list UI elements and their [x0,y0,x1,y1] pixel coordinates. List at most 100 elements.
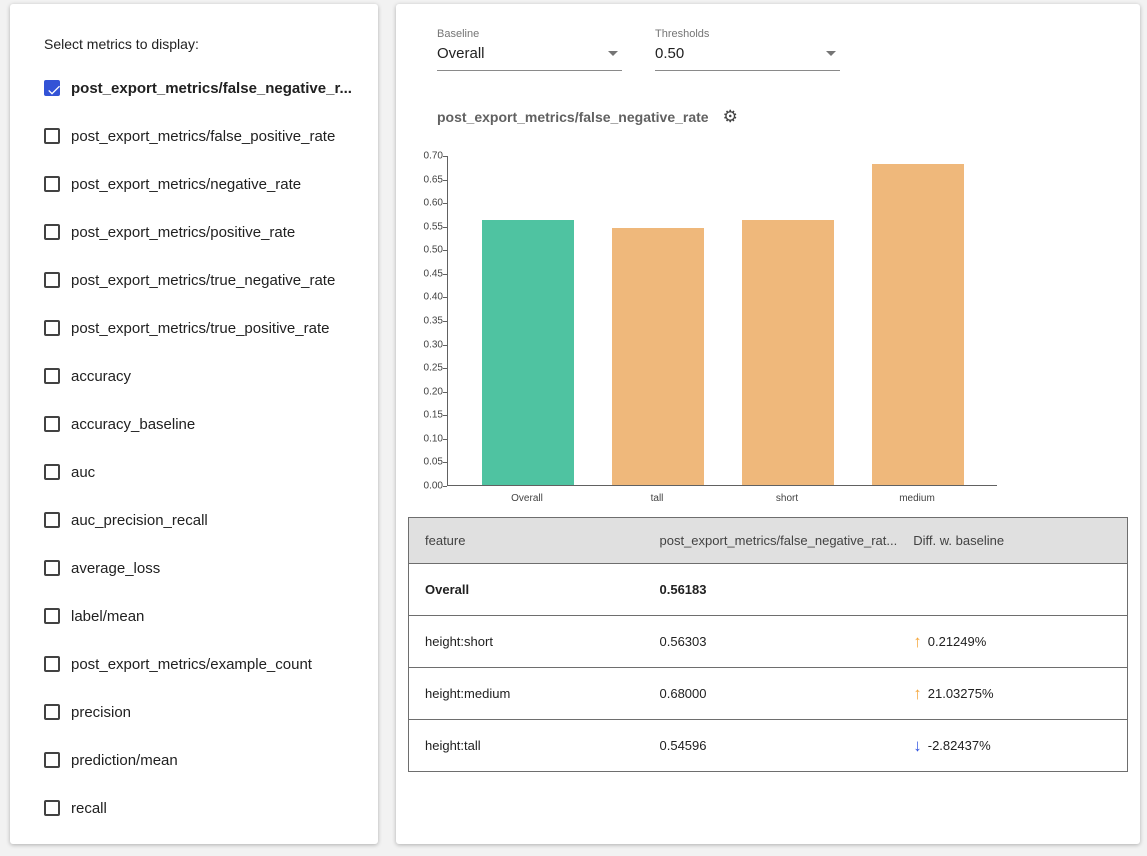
metric-label: post_export_metrics/false_positive_rate [71,128,335,145]
metric-checkbox-row[interactable]: post_export_metrics/example_count [44,640,370,688]
metric-value-cell: 0.56303 [644,616,898,668]
baseline-select[interactable]: Overall [437,45,622,71]
diff-cell: ↑21.03275% [897,668,1127,720]
y-axis-tick-label: 0.20 [424,386,443,397]
metric-checkbox-row[interactable]: auc [44,448,370,496]
y-axis-tick-mark [443,274,447,275]
y-axis-tick-label: 0.35 [424,316,443,327]
metric-checkbox-row[interactable]: average_loss [44,544,370,592]
metric-checkbox-row[interactable]: accuracy [44,352,370,400]
metric-checkbox-row[interactable]: accuracy_baseline [44,400,370,448]
baseline-selected-value: Overall [437,45,485,62]
metric-value-cell: 0.56183 [644,564,898,616]
diff-cell: ↓-2.82437% [897,720,1127,772]
table-header-cell: post_export_metrics/false_negative_rat..… [644,518,898,564]
diff-cell: ↑0.21249% [897,616,1127,668]
metric-checkbox-row[interactable]: post_export_metrics/true_positive_rate [44,304,370,352]
metric-checkbox-row[interactable]: prediction/mean [44,736,370,784]
metric-list: post_export_metrics/false_negative_r...p… [44,64,370,832]
metric-select-panel: Select metrics to display: post_export_m… [10,4,378,844]
metric-checkbox-row[interactable]: post_export_metrics/false_negative_r... [44,64,370,112]
metric-checkbox-row[interactable]: recall [44,784,370,832]
y-axis-tick-label: 0.00 [424,481,443,492]
y-axis-tick-mark [443,368,447,369]
metric-label: precision [71,704,131,721]
metric-checkbox-row[interactable]: label/mean [44,592,370,640]
metric-label: post_export_metrics/true_negative_rate [71,272,335,289]
metric-checkbox-row[interactable]: post_export_metrics/negative_rate [44,160,370,208]
x-axis: Overalltallshortmedium [447,488,997,504]
metric-label: accuracy_baseline [71,416,195,433]
bar-medium[interactable] [872,164,964,485]
feature-cell: Overall [409,564,644,616]
metric-checkbox-row[interactable]: precision [44,688,370,736]
checkbox-unchecked-icon[interactable] [44,320,60,336]
bar-chart: 0.000.050.100.150.200.250.300.350.400.45… [416,156,1016,508]
y-axis-tick-label: 0.45 [424,268,443,279]
metric-checkbox-row[interactable]: post_export_metrics/true_negative_rate [44,256,370,304]
metric-value-cell: 0.54596 [644,720,898,772]
metric-checkbox-row[interactable]: post_export_metrics/positive_rate [44,208,370,256]
checkbox-unchecked-icon[interactable] [44,128,60,144]
y-axis-tick-mark [443,227,447,228]
checkbox-unchecked-icon[interactable] [44,416,60,432]
x-axis-label: tall [651,493,664,504]
table-row[interactable]: height:medium0.68000↑21.03275% [409,668,1128,720]
checkbox-unchecked-icon[interactable] [44,512,60,528]
metric-label: prediction/mean [71,752,178,769]
checkbox-unchecked-icon[interactable] [44,608,60,624]
y-axis-tick-label: 0.40 [424,292,443,303]
y-axis-tick-mark [443,250,447,251]
metric-checkbox-row[interactable]: auc_precision_recall [44,496,370,544]
checkbox-unchecked-icon[interactable] [44,752,60,768]
baseline-label: Baseline [437,28,622,40]
checkbox-unchecked-icon[interactable] [44,368,60,384]
checkbox-unchecked-icon[interactable] [44,800,60,816]
metric-display-panel: Baseline Overall Thresholds 0.50 post_ex… [396,4,1140,844]
metric-label: accuracy [71,368,131,385]
feature-cell: height:tall [409,720,644,772]
baseline-control: Baseline Overall [437,28,622,71]
x-axis-label: short [776,493,798,504]
y-axis-tick-label: 0.60 [424,198,443,209]
x-axis-label: Overall [511,493,543,504]
dropdown-arrow-icon [608,51,618,56]
y-axis-tick-label: 0.30 [424,339,443,350]
checkbox-unchecked-icon[interactable] [44,176,60,192]
diff-value: 21.03275% [928,686,994,701]
checkbox-unchecked-icon[interactable] [44,656,60,672]
diff-cell [897,564,1127,616]
checkbox-unchecked-icon[interactable] [44,224,60,240]
checkbox-unchecked-icon[interactable] [44,464,60,480]
checkbox-checked-icon[interactable] [44,80,60,96]
metric-label: post_export_metrics/true_positive_rate [71,320,329,337]
table-row[interactable]: height:tall0.54596↓-2.82437% [409,720,1128,772]
checkbox-unchecked-icon[interactable] [44,272,60,288]
table-header-row: featurepost_export_metrics/false_negativ… [409,518,1128,564]
dropdown-arrow-icon [826,51,836,56]
bar-tall[interactable] [612,228,704,485]
table-row[interactable]: height:short0.56303↑0.21249% [409,616,1128,668]
y-axis-tick-mark [443,203,447,204]
metric-checkbox-row[interactable]: post_export_metrics/false_positive_rate [44,112,370,160]
chart-header: post_export_metrics/false_negative_rate … [437,108,738,125]
metric-label: post_export_metrics/negative_rate [71,176,301,193]
checkbox-unchecked-icon[interactable] [44,560,60,576]
thresholds-select[interactable]: 0.50 [655,45,840,71]
metric-select-title: Select metrics to display: [44,36,199,52]
bar-short[interactable] [742,220,834,485]
bar-Overall[interactable] [482,220,574,485]
y-axis-tick-mark [443,156,447,157]
y-axis-tick-mark [443,345,447,346]
checkbox-unchecked-icon[interactable] [44,704,60,720]
metric-label: recall [71,800,107,817]
y-axis-tick-mark [443,321,447,322]
y-axis-tick-mark [443,486,447,487]
metric-label: post_export_metrics/false_negative_r... [71,80,352,97]
y-axis-tick-label: 0.05 [424,457,443,468]
down-arrow-icon: ↓ [913,737,922,754]
settings-gear-icon[interactable]: ⚙ [723,108,738,125]
table-row[interactable]: Overall0.56183 [409,564,1128,616]
table-header-cell: feature [409,518,644,564]
y-axis-tick-label: 0.55 [424,221,443,232]
